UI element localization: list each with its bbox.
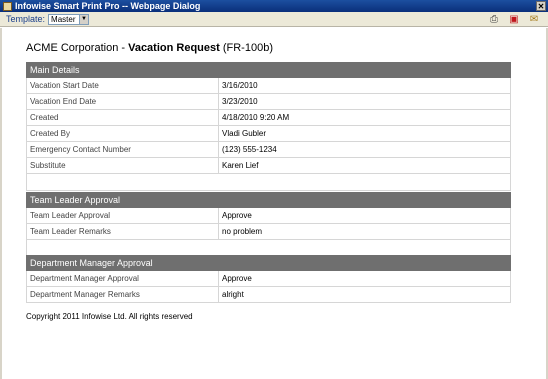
- field-value: alright: [218, 286, 511, 303]
- company-name: ACME Corporation -: [26, 42, 129, 54]
- main-details-section: Main Details Vacation Start Date 3/16/201…: [26, 62, 511, 191]
- field-value: no problem: [218, 223, 511, 240]
- field-label: Team Leader Remarks: [26, 223, 219, 240]
- form-name: Vacation Request: [128, 42, 220, 54]
- document-title: ACME Corporation - Vacation Request (FR-…: [26, 42, 273, 54]
- close-button[interactable]: ✕: [536, 1, 546, 11]
- template-select-value: Master: [51, 14, 76, 24]
- section-header: Department Manager Approval: [26, 255, 511, 271]
- field-label: Created: [26, 109, 219, 126]
- field-value: Vladi Gubler: [218, 125, 511, 142]
- field-label: Department Manager Remarks: [26, 286, 219, 303]
- team-leader-approval-section: Team Leader Approval Team Leader Approva…: [26, 192, 511, 257]
- print-icon[interactable]: ⎙: [488, 14, 500, 25]
- field-value: 3/16/2010: [218, 77, 511, 94]
- app-icon: [3, 1, 12, 11]
- section-header: Team Leader Approval: [26, 192, 511, 208]
- table-row: Vacation Start Date 3/16/2010: [26, 77, 511, 94]
- template-select[interactable]: Master ▼: [48, 13, 90, 25]
- table-row: Created 4/18/2010 9:20 AM: [26, 109, 511, 126]
- toolbar-actions: ⎙ ▣ ✉: [488, 14, 540, 25]
- spacer-cell: [26, 173, 511, 191]
- field-label: Team Leader Approval: [26, 207, 219, 224]
- field-value: 3/23/2010: [218, 93, 511, 110]
- spacer-row: [26, 239, 511, 257]
- field-label: Vacation End Date: [26, 93, 219, 110]
- toolbar: Template: Master ▼ ⎙ ▣ ✉: [0, 12, 548, 27]
- email-icon[interactable]: ✉: [528, 14, 540, 25]
- field-value: Approve: [218, 270, 511, 287]
- department-manager-approval-section: Department Manager Approval Department M…: [26, 255, 511, 303]
- window-titlebar[interactable]: Infowise Smart Print Pro -- Webpage Dial…: [0, 0, 548, 12]
- copyright-text: Copyright 2011 Infowise Ltd. All rights …: [26, 312, 193, 321]
- chevron-down-icon[interactable]: ▼: [79, 14, 89, 24]
- form-code: (FR-100b): [219, 42, 273, 54]
- table-row: Vacation End Date 3/23/2010: [26, 93, 511, 110]
- spacer-cell: [26, 239, 511, 257]
- section-header: Main Details: [26, 62, 511, 78]
- field-value: 4/18/2010 9:20 AM: [218, 109, 511, 126]
- window-title: Infowise Smart Print Pro -- Webpage Dial…: [15, 1, 201, 11]
- field-label: Department Manager Approval: [26, 270, 219, 287]
- field-value: Approve: [218, 207, 511, 224]
- field-label: Vacation Start Date: [26, 77, 219, 94]
- spacer-row: [26, 173, 511, 191]
- table-row: Substitute Karen Lief: [26, 157, 511, 174]
- table-row: Team Leader Approval Approve: [26, 207, 511, 224]
- template-label: Template:: [6, 14, 46, 24]
- field-value: (123) 555-1234: [218, 141, 511, 158]
- field-label: Substitute: [26, 157, 219, 174]
- field-label: Emergency Contact Number: [26, 141, 219, 158]
- pdf-icon[interactable]: ▣: [508, 14, 520, 25]
- field-label: Created By: [26, 125, 219, 142]
- field-value: Karen Lief: [218, 157, 511, 174]
- table-row: Department Manager Approval Approve: [26, 270, 511, 287]
- table-row: Emergency Contact Number (123) 555-1234: [26, 141, 511, 158]
- table-row: Created By Vladi Gubler: [26, 125, 511, 142]
- table-row: Department Manager Remarks alright: [26, 286, 511, 303]
- table-row: Team Leader Remarks no problem: [26, 223, 511, 240]
